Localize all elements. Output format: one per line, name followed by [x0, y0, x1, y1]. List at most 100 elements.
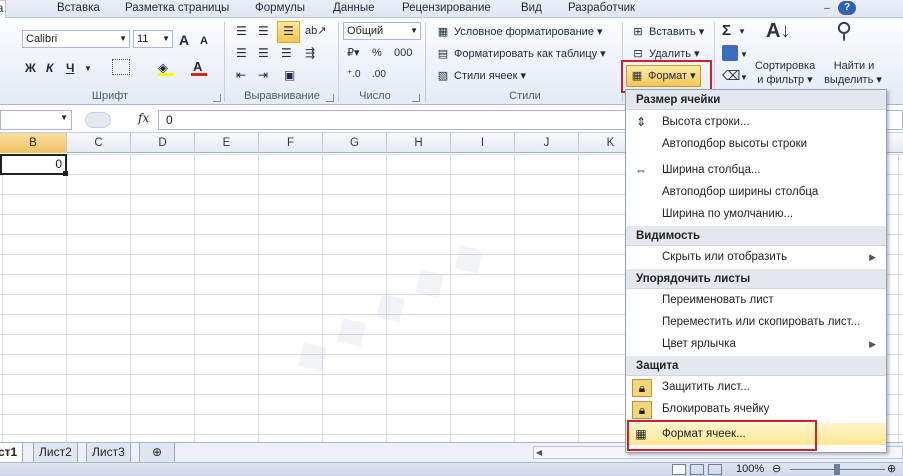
currency-icon[interactable]: ₽▾ [347, 44, 360, 62]
menu-item-autofit-column-width[interactable]: Автоподбор ширины столбца [626, 181, 886, 203]
help-icon[interactable]: ? [838, 1, 856, 15]
tab-review[interactable]: Рецензирование [400, 0, 493, 18]
page-layout-view-icon[interactable] [690, 464, 704, 475]
chevron-down-icon[interactable]: ▼ [84, 60, 92, 78]
insert-label: Вставить [649, 26, 696, 38]
menu-item-lock-cell[interactable]: 🔒︎ Блокировать ячейку [626, 398, 886, 420]
menu-item-row-height[interactable]: ⇕ Высота строки... [626, 111, 886, 133]
column-header-c[interactable]: C [67, 133, 131, 153]
zoom-slider-thumb[interactable] [834, 464, 840, 475]
italic-button[interactable]: К [46, 59, 53, 77]
scroll-left-icon[interactable]: ◀ [536, 448, 542, 457]
thousands-icon[interactable]: 000 [394, 44, 412, 62]
menu-item-protect-sheet[interactable]: 🔒︎ Защитить лист... [626, 376, 886, 398]
menu-item-hide-unhide[interactable]: Скрыть или отобразить ▶ [626, 246, 886, 268]
alignment-dialog-launcher-icon[interactable] [326, 94, 334, 102]
tab-page-layout[interactable]: Разметка страницы [123, 0, 231, 18]
column-header-f[interactable]: F [259, 133, 323, 153]
insert-function-icon[interactable]: fx [138, 111, 149, 125]
zoom-out-icon[interactable]: ⊖ [772, 462, 781, 475]
column-header-i[interactable]: I [451, 133, 515, 153]
menu-item-label: Цвет ярлычка [662, 338, 736, 350]
column-header-e[interactable]: E [195, 133, 259, 153]
borders-icon[interactable] [112, 59, 130, 75]
group-label-number: Число [359, 90, 391, 102]
name-box[interactable]: ▼ [0, 110, 72, 130]
font-name-box[interactable]: Calibri ▼ [22, 30, 130, 48]
autosum-icon[interactable]: Σ [722, 22, 731, 40]
tab-formulas[interactable]: Формулы [253, 0, 307, 18]
tab-insert[interactable]: Вставка [55, 0, 102, 18]
find-select-button-line2[interactable]: выделить ▾ [818, 71, 888, 89]
increase-decimal-icon[interactable]: ⁺.0 [347, 66, 361, 84]
align-middle-icon[interactable]: ☰ [258, 22, 269, 40]
delete-label: Удалить [649, 48, 691, 60]
active-cell[interactable]: 0 [0, 154, 67, 175]
insert-button[interactable]: ⊞ Вставить ▾ [630, 23, 704, 41]
shrink-font-button[interactable]: A [200, 32, 208, 50]
minimize-ribbon-icon[interactable]: – [818, 1, 836, 19]
tab-developer[interactable]: Разработчик [566, 0, 637, 18]
binoculars-icon[interactable]: ⚲ [836, 20, 852, 42]
bold-button[interactable]: Ж [25, 59, 36, 77]
clear-icon[interactable]: ⌫ [722, 67, 740, 85]
column-width-icon: ⇔ [635, 163, 647, 177]
decrease-decimal-icon[interactable]: .00 [372, 66, 386, 84]
font-size-box[interactable]: 11 ▼ [133, 30, 173, 48]
orientation-icon[interactable]: ab↗ [305, 22, 326, 40]
menu-item-default-width[interactable]: Ширина по умолчанию... [626, 203, 886, 225]
fill-handle[interactable] [63, 171, 68, 176]
chevron-down-icon: ▼ [410, 26, 418, 35]
menu-item-autofit-row-height[interactable]: Автоподбор высоты строки [626, 133, 886, 155]
menu-item-column-width[interactable]: ⇔ Ширина столбца... [626, 159, 886, 181]
normal-view-icon[interactable] [672, 464, 686, 475]
menu-item-rename-sheet[interactable]: Переименовать лист [626, 289, 886, 311]
cell-styles-icon: ▧ [437, 70, 449, 83]
formula-bar-resize-handle[interactable] [85, 112, 111, 128]
wrap-text-icon[interactable]: ⇶ [305, 44, 315, 62]
tab-view[interactable]: Вид [519, 0, 544, 18]
sheet-tab-2[interactable]: Лист2 [33, 443, 78, 463]
zoom-in-icon[interactable]: ⊕ [887, 462, 896, 475]
column-header-g[interactable]: G [323, 133, 387, 153]
merge-cells-icon[interactable]: ▣ [284, 66, 295, 84]
align-center-icon[interactable]: ☰ [258, 44, 269, 62]
underline-button[interactable]: Ч [66, 59, 74, 77]
grow-font-button[interactable]: A [179, 31, 189, 49]
chevron-down-icon[interactable]: ▼ [740, 69, 748, 87]
group-label-styles: Стили [509, 90, 541, 102]
fill-icon[interactable] [722, 45, 738, 61]
insert-sheet-icon[interactable]: ⊕ [139, 443, 175, 463]
column-header-b[interactable]: B [0, 133, 67, 153]
page-break-view-icon[interactable] [708, 464, 722, 475]
column-header-d[interactable]: D [131, 133, 195, 153]
percent-icon[interactable]: % [372, 44, 382, 62]
decrease-indent-icon[interactable]: ⇤ [236, 66, 246, 84]
tab-home[interactable]: а [0, 0, 7, 20]
sheet-tab-1[interactable]: ст1 [0, 443, 24, 463]
column-header-j[interactable]: J [515, 133, 579, 153]
chevron-down-icon[interactable]: ▼ [738, 23, 746, 41]
align-top-icon[interactable]: ☰ [236, 22, 247, 40]
align-bottom-icon[interactable]: ☰ [277, 21, 300, 43]
font-dialog-launcher-icon[interactable] [213, 94, 221, 102]
menu-item-tab-color[interactable]: Цвет ярлычка ▶ [626, 333, 886, 355]
column-header-h[interactable]: H [387, 133, 451, 153]
group-label-font: Шрифт [91, 90, 129, 102]
find-select-label-2: выделить [824, 74, 874, 86]
align-right-icon[interactable]: ☰ [281, 44, 292, 62]
sort-filter-button-line2[interactable]: и фильтр ▾ [752, 71, 818, 89]
menu-item-move-copy-sheet[interactable]: Переместить или скопировать лист... [626, 311, 886, 333]
sort-filter-icon[interactable]: A↓ [766, 21, 790, 41]
zoom-level[interactable]: 100% [736, 463, 764, 475]
number-dialog-launcher-icon[interactable] [412, 94, 420, 102]
number-format-box[interactable]: Общий ▼ [343, 22, 421, 40]
tab-data[interactable]: Данные [331, 0, 377, 18]
align-left-icon[interactable]: ☰ [236, 44, 247, 62]
conditional-formatting-button[interactable]: ▦ Условное форматирование ▾ [435, 23, 603, 41]
format-as-table-button[interactable]: ▤ Форматировать как таблицу ▾ [435, 45, 606, 63]
increase-indent-icon[interactable]: ⇥ [258, 66, 268, 84]
chevron-down-icon[interactable]: ▼ [740, 46, 748, 64]
sheet-tab-3[interactable]: Лист3 [86, 443, 131, 463]
cell-styles-button[interactable]: ▧ Стили ячеек ▾ [435, 67, 526, 85]
